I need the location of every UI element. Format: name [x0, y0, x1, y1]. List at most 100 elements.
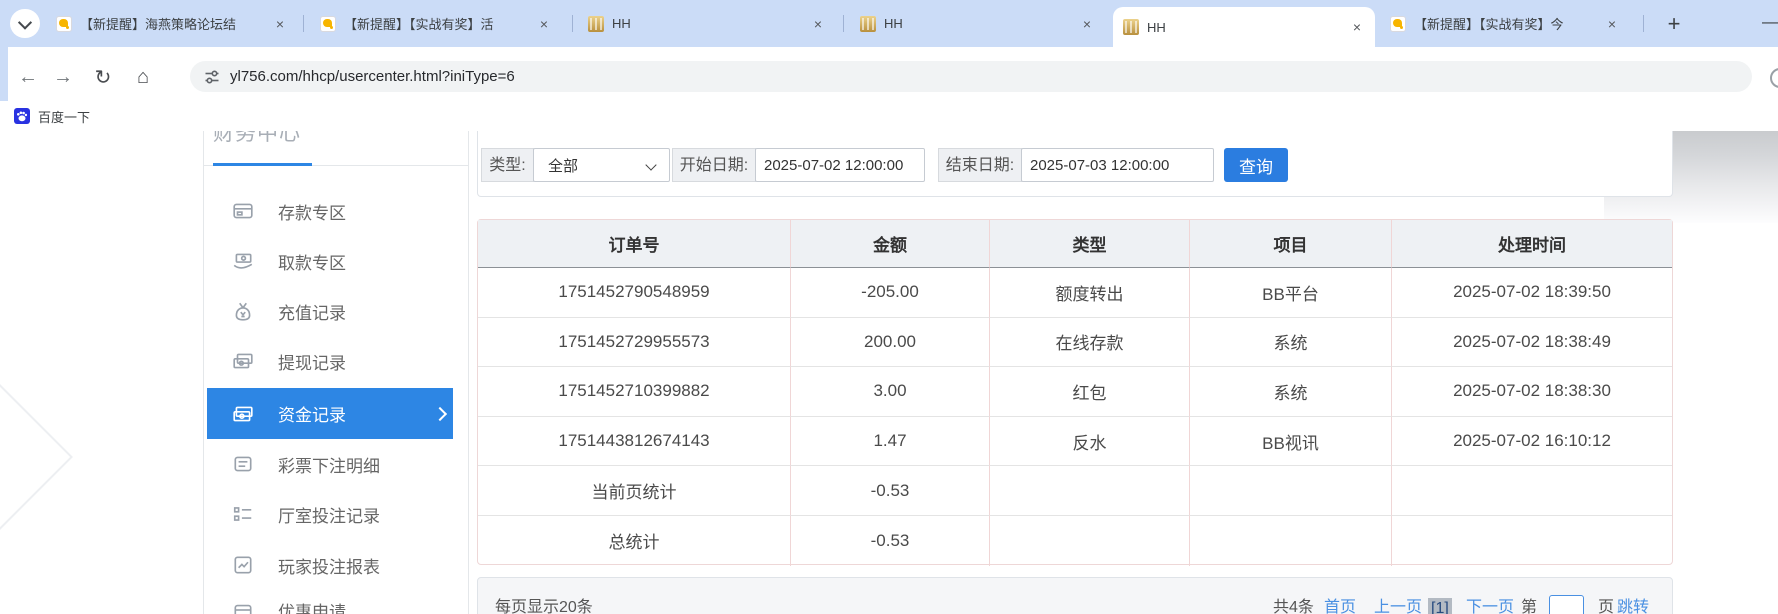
chevron-down-icon — [18, 15, 32, 29]
table-cell: 1751452790548959 — [478, 268, 791, 318]
table-cell: BB视讯 — [1190, 417, 1392, 467]
tab-close-icon[interactable]: × — [536, 16, 552, 32]
type-select[interactable]: 全部 — [533, 148, 670, 182]
sidebar-item-hall-bet-record[interactable]: 厅室投注记录 — [207, 489, 453, 539]
home-button[interactable]: ⌂ — [127, 62, 159, 92]
column-header: 金额 — [791, 220, 990, 268]
forum-favicon-icon — [56, 16, 72, 32]
tab-divider — [303, 15, 304, 32]
sidebar-item-label: 取款专区 — [278, 249, 346, 274]
hh-favicon-icon — [1123, 19, 1139, 35]
table-cell: 在线存款 — [990, 318, 1190, 368]
jump-prefix-text: 第 — [1521, 598, 1537, 614]
table-cell: 1751452729955573 — [478, 318, 791, 368]
deposit-card-icon — [232, 200, 254, 222]
column-header: 处理时间 — [1392, 220, 1672, 268]
tab-close-icon[interactable]: × — [272, 16, 288, 32]
table-cell: 2025-07-02 16:10:12 — [1392, 417, 1672, 467]
end-date-input[interactable] — [1021, 148, 1214, 182]
browser-tab-4[interactable]: HH × — [850, 0, 1105, 47]
type-select-value: 全部 — [548, 155, 578, 176]
sidebar-item-player-report[interactable]: 玩家投注报表 — [207, 540, 453, 590]
table-cell: 2025-07-02 18:38:30 — [1392, 367, 1672, 417]
sidebar-item-label: 充值记录 — [278, 299, 346, 324]
table-cell: -205.00 — [791, 268, 990, 318]
promo-icon — [232, 599, 254, 614]
bookmark-baidu[interactable]: 百度一下 — [14, 105, 90, 127]
prev-page-link[interactable]: 上一页 — [1374, 598, 1422, 614]
sidebar-item-withdrawal-record[interactable]: 提现记录 — [207, 336, 453, 386]
jump-suffix-text: 页 — [1598, 598, 1614, 614]
browser-tab-6[interactable]: 【新提醒】【实战有奖】今 × — [1380, 0, 1630, 47]
back-arrow-icon: ← — [18, 66, 38, 89]
address-bar[interactable]: yl756.com/hhcp/usercenter.html?iniType=6 — [190, 61, 1752, 92]
tab-title: HH — [884, 16, 1071, 31]
next-page-link[interactable]: 下一页 — [1466, 598, 1514, 614]
bookmark-label: 百度一下 — [38, 107, 90, 126]
hall-bet-icon — [232, 503, 254, 525]
total-count-text: 共4条 — [1273, 598, 1314, 614]
tab-divider — [1643, 15, 1644, 32]
jump-page-input[interactable] — [1549, 595, 1584, 614]
reload-button[interactable]: ↻ — [87, 62, 119, 92]
table-cell: 红包 — [990, 367, 1190, 417]
table-cell: 系统 — [1190, 367, 1392, 417]
back-button[interactable]: ← — [12, 62, 44, 92]
minimize-button[interactable]: — — [1762, 12, 1778, 32]
table-cell: 总统计 — [478, 516, 791, 566]
end-date-label: 结束日期: — [938, 148, 1022, 182]
table-cell: 2025-07-02 18:38:49 — [1392, 318, 1672, 368]
tab-title: 【新提醒】【实战有奖】活 — [344, 14, 528, 33]
sidebar-item-label: 玩家投注报表 — [278, 553, 380, 578]
sidebar-item-withdraw[interactable]: 取款专区 — [207, 236, 453, 286]
sidebar-item-lottery-detail[interactable]: 彩票下注明细 — [207, 439, 453, 489]
browser-tab-1[interactable]: 【新提醒】海燕策略论坛结 × — [46, 0, 298, 47]
table-cell: BB平台 — [1190, 268, 1392, 318]
table-cell: -0.53 — [791, 466, 990, 516]
new-tab-button[interactable]: + — [1660, 10, 1688, 38]
jump-button[interactable]: 跳转 — [1617, 598, 1649, 614]
type-label: 类型: — [481, 148, 534, 182]
page-size-text: 每页显示20条 — [495, 598, 593, 614]
tab-title: HH — [1147, 20, 1341, 35]
tab-search-button[interactable] — [10, 9, 40, 38]
search-button[interactable]: 查询 — [1224, 148, 1288, 182]
tab-close-icon[interactable]: × — [810, 16, 826, 32]
first-page-link[interactable]: 首页 — [1324, 598, 1356, 614]
table-cell — [1190, 516, 1392, 566]
sidebar-item-recharge[interactable]: 充值记录 — [207, 286, 453, 336]
sidebar-item-label: 存款专区 — [278, 199, 346, 224]
start-date-label: 开始日期: — [672, 148, 756, 182]
triangle-decoration — [0, 341, 73, 573]
browser-tab-2[interactable]: 【新提醒】【实战有奖】活 × — [310, 0, 562, 47]
sidebar-item-deposit[interactable]: 存款专区 — [207, 186, 453, 236]
table-cell — [990, 516, 1190, 566]
table-cell: 当前页统计 — [478, 466, 791, 516]
tab-divider — [843, 15, 844, 32]
browser-tab-5-active[interactable]: HH × — [1113, 7, 1375, 47]
browser-tab-3[interactable]: HH × — [578, 0, 836, 47]
start-date-input[interactable] — [755, 148, 925, 182]
bookmarks-bar: 百度一下 — [0, 101, 1778, 132]
reload-icon: ↻ — [95, 65, 112, 90]
tab-close-icon[interactable]: × — [1604, 16, 1620, 32]
sidebar-item-funds-record[interactable]: 资金记录 — [207, 388, 453, 439]
forward-button[interactable]: → — [47, 62, 79, 92]
hh-favicon-icon — [860, 16, 876, 32]
table-cell — [1392, 466, 1672, 516]
tab-divider — [572, 15, 573, 32]
recharge-bag-icon — [232, 300, 254, 322]
player-report-icon — [232, 554, 254, 576]
tab-close-icon[interactable]: × — [1349, 19, 1365, 35]
column-header: 项目 — [1190, 220, 1392, 268]
tab-close-icon[interactable]: × — [1079, 16, 1095, 32]
table-cell — [990, 466, 1190, 516]
current-page-indicator[interactable]: [1] — [1428, 598, 1452, 614]
column-header: 订单号 — [478, 220, 791, 268]
chevron-right-icon — [433, 406, 447, 420]
sidebar-left-border — [203, 131, 204, 614]
sidebar-item-promo[interactable]: 优惠申请 — [207, 585, 453, 614]
column-header: 类型 — [990, 220, 1190, 268]
table-cell: 3.00 — [791, 367, 990, 417]
table-cell: 额度转出 — [990, 268, 1190, 318]
